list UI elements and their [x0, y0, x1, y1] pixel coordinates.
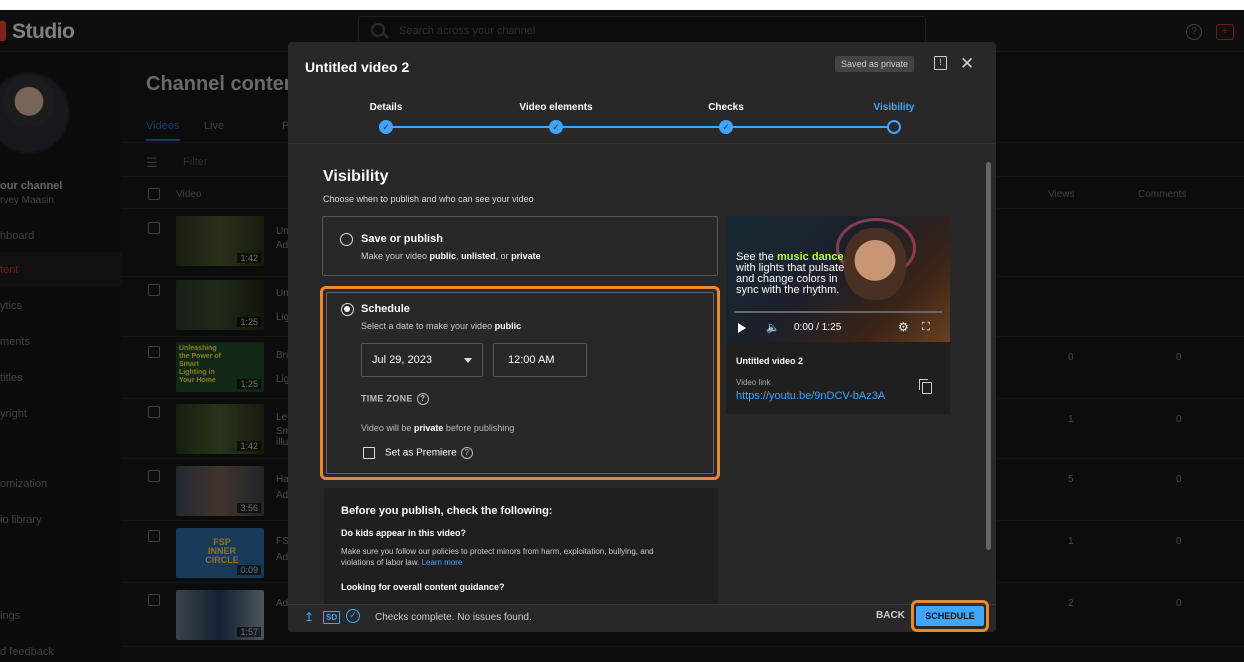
timezone-label[interactable]: TIME ZONE?: [361, 393, 429, 405]
copy-icon[interactable]: [919, 379, 932, 394]
step-details-label[interactable]: Details: [370, 102, 403, 113]
upload-arrow-icon: ↥: [304, 610, 315, 624]
premiere-label[interactable]: Set as Premiere?: [385, 447, 473, 459]
presenter-image: [844, 228, 906, 300]
premiere-checkbox[interactable]: [363, 447, 375, 459]
schedule-button[interactable]: SCHEDULE: [916, 606, 984, 626]
save-or-publish-description: Make your video public, unlisted, or pri…: [361, 251, 541, 261]
date-value: Jul 29, 2023: [372, 354, 432, 366]
studio-window: Studio Search across your channel ? + ou…: [0, 10, 1244, 662]
step-details-check-icon[interactable]: ✓: [379, 120, 393, 134]
video-overlay-text: See the music dance with lights that pul…: [736, 251, 845, 296]
save-or-publish-title: Save or publish: [361, 233, 443, 245]
saved-status-badge: Saved as private: [835, 56, 915, 72]
kids-policy-text: Make sure you follow our policies to pro…: [341, 547, 654, 567]
video-preview-panel: See the music dance with lights that pul…: [726, 216, 950, 414]
sd-quality-icon: SD: [323, 611, 341, 624]
time-picker[interactable]: 12:00 AM: [493, 343, 587, 377]
schedule-button-highlight: SCHEDULE: [911, 600, 989, 632]
guidance-question: Looking for overall content guidance?: [341, 582, 505, 592]
schedule-radio[interactable]: [341, 303, 354, 316]
before-publish-panel: Before you publish, check the following:…: [324, 488, 718, 604]
visibility-subtitle: Choose when to publish and who can see y…: [323, 194, 534, 204]
schedule-title: Schedule: [361, 303, 410, 315]
save-or-publish-option[interactable]: Save or publish Make your video public, …: [322, 216, 718, 276]
video-link[interactable]: https://youtu.be/9nDCV-bAz3A: [736, 390, 885, 402]
step-checks-label[interactable]: Checks: [708, 102, 744, 113]
upload-stepper: Details ✓ Video elements ✓ Checks ✓ Visi…: [288, 98, 996, 144]
upload-dialog: Untitled video 2 Saved as private ! ✕ De…: [288, 42, 996, 632]
step-visibility-label[interactable]: Visibility: [874, 102, 915, 113]
close-icon[interactable]: ✕: [960, 54, 974, 74]
preview-video-title: Untitled video 2: [736, 356, 804, 366]
schedule-option[interactable]: Schedule Select a date to make your vide…: [326, 292, 714, 474]
feedback-flag-icon[interactable]: !: [934, 56, 947, 70]
private-note: Video will be private before publishing: [361, 423, 515, 433]
stepper-line: [386, 126, 894, 128]
learn-more-link[interactable]: Learn more: [422, 558, 463, 567]
schedule-description: Select a date to make your video public: [361, 321, 522, 331]
video-controls: 🔈 0:00 / 1:25 ⚙ ⛶: [726, 314, 950, 342]
settings-gear-icon[interactable]: ⚙: [898, 320, 909, 334]
before-publish-heading: Before you publish, check the following:: [341, 505, 553, 517]
save-or-publish-radio[interactable]: [340, 233, 353, 246]
time-value: 12:00 AM: [508, 354, 555, 366]
checks-status-text: Checks complete. No issues found.: [375, 612, 532, 623]
kids-question: Do kids appear in this video?: [341, 528, 467, 538]
step-visibility-current-icon[interactable]: [887, 120, 901, 134]
back-button[interactable]: BACK: [876, 610, 905, 621]
premiere-help-icon[interactable]: ?: [460, 447, 473, 459]
step-video-elements-check-icon[interactable]: ✓: [549, 120, 563, 134]
date-picker[interactable]: Jul 29, 2023: [361, 343, 483, 377]
step-video-elements-label[interactable]: Video elements: [519, 102, 592, 113]
video-player[interactable]: See the music dance with lights that pul…: [726, 216, 950, 342]
visibility-heading: Visibility: [323, 168, 389, 185]
checks-complete-icon: ✓: [346, 609, 360, 623]
video-progress-bar[interactable]: [734, 311, 942, 313]
timezone-help-icon[interactable]: ?: [416, 393, 429, 405]
video-link-label: Video link: [736, 378, 771, 387]
dialog-scrollbar[interactable]: [986, 162, 991, 550]
dropdown-arrow-icon: [464, 358, 472, 363]
dialog-title: Untitled video 2: [305, 59, 410, 75]
video-time: 0:00 / 1:25: [794, 322, 842, 333]
fullscreen-icon[interactable]: ⛶: [922, 321, 930, 334]
step-checks-check-icon[interactable]: ✓: [719, 120, 733, 134]
volume-icon[interactable]: 🔈: [766, 321, 780, 334]
play-icon[interactable]: [738, 323, 746, 333]
